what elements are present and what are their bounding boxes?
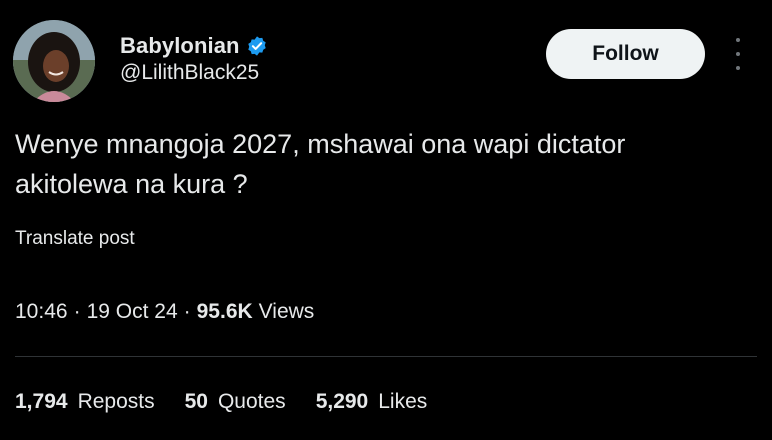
likes-count: 5,290 [315, 390, 369, 413]
avatar[interactable] [13, 20, 95, 102]
reposts-count: 1,794 [15, 390, 68, 413]
engagement-stats: 1,794 Reposts 50 Quotes 5,290 Likes [15, 390, 457, 414]
quotes-count: 50 [184, 390, 208, 413]
quotes-label: Quotes [217, 390, 286, 413]
quotes-stat[interactable]: 50 Quotes [185, 390, 286, 414]
divider [15, 356, 757, 357]
display-name[interactable]: Babylonian [120, 33, 240, 59]
follow-button[interactable]: Follow [546, 29, 705, 79]
post-date[interactable]: 19 Oct 24 [87, 300, 178, 324]
separator: · [183, 300, 191, 323]
name-row: Babylonian [120, 32, 268, 60]
post-text: Wenye mnangoja 2027, mshawai ona wapi di… [15, 129, 626, 199]
dot-icon [736, 38, 740, 42]
author-info: Babylonian @LilithBlack25 [120, 32, 268, 86]
likes-label: Likes [378, 390, 428, 413]
post-time[interactable]: 10:46 [15, 300, 68, 324]
profile-photo-icon [13, 20, 95, 102]
tweet-detail: Babylonian @LilithBlack25 Follow Wenye m… [0, 0, 772, 440]
post-meta: 10:46 · 19 Oct 24 · 95.6K Views [15, 300, 314, 324]
dot-icon [736, 52, 740, 56]
views-count: 95.6K [196, 300, 253, 323]
likes-stat[interactable]: 5,290 Likes [316, 390, 428, 414]
user-handle[interactable]: @LilithBlack25 [120, 60, 268, 86]
dot-icon [736, 66, 740, 70]
reposts-stat[interactable]: 1,794 Reposts [15, 390, 155, 414]
more-vertical-icon[interactable] [728, 38, 748, 70]
translate-post-link[interactable]: Translate post [15, 228, 135, 250]
views-label: Views [258, 300, 315, 323]
reposts-label: Reposts [77, 390, 155, 413]
separator: · [73, 300, 81, 323]
verified-badge-icon[interactable] [246, 35, 268, 57]
